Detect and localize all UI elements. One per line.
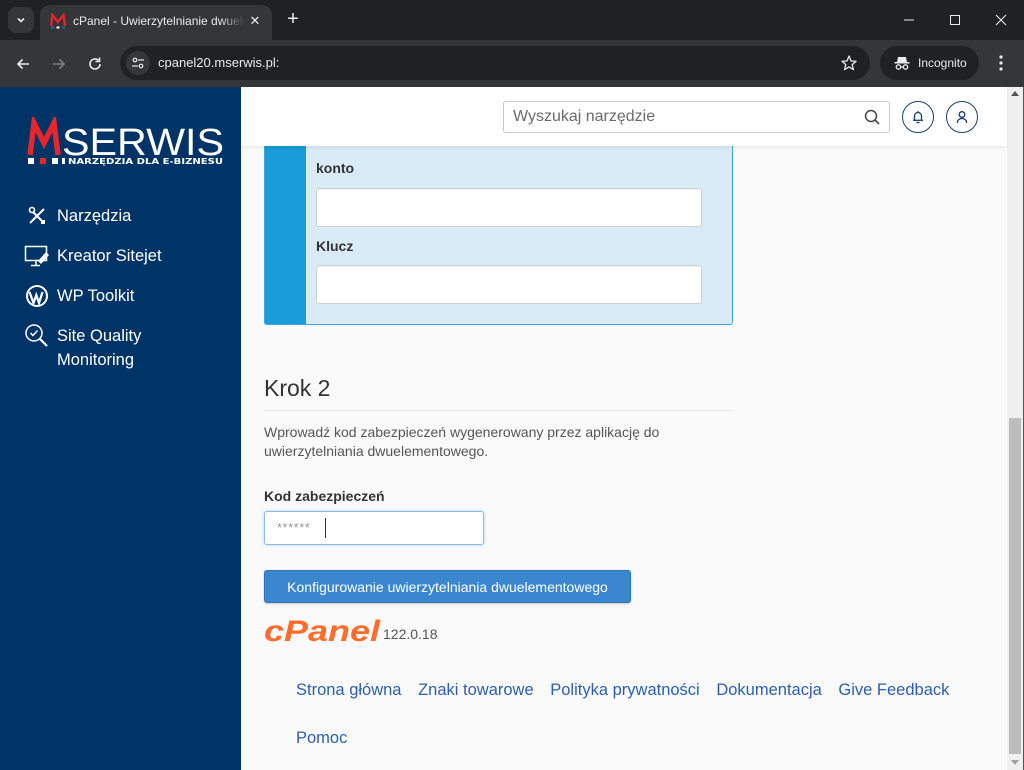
close-window-button[interactable] [978, 0, 1024, 40]
tab-title: cPanel - Uwierzytelnianie dwuelementowe [73, 14, 245, 28]
footer-link-privacy[interactable]: Polityka prywatności [550, 681, 699, 699]
minimize-button[interactable] [886, 0, 932, 40]
key-field[interactable] [316, 265, 702, 304]
browser-toolbar: cpanel20.mserwis.pl: Incognito [0, 40, 1024, 87]
footer-link-home[interactable]: Strona główna [296, 681, 402, 699]
panel-accent-stripe [265, 127, 306, 324]
notifications-button[interactable] [902, 101, 934, 133]
search-icon[interactable] [864, 109, 881, 126]
logo-tagline: NARZĘDZIA DLA E-BIZNESU [68, 157, 223, 166]
sidebar-item-kreator-sitejet[interactable]: Kreator Sitejet [24, 244, 162, 268]
close-icon [995, 14, 1007, 26]
minimize-icon [904, 19, 914, 21]
sidebar-item-site-quality-monitoring[interactable]: Site Quality Monitoring [24, 324, 141, 372]
configure-2fa-button[interactable]: Konfigurowanie uwierzytelniania dwueleme… [264, 570, 631, 603]
address-bar[interactable]: cpanel20.mserwis.pl: [120, 46, 870, 80]
new-tab-button[interactable]: + [282, 8, 304, 30]
incognito-label: Incognito [918, 56, 967, 70]
site-quality-icon [24, 324, 50, 348]
chevron-down-icon [17, 17, 25, 23]
sidebar-item-wp-toolkit[interactable]: WP Toolkit [24, 284, 134, 308]
step2-description: Wprowadź kod zabezpieczeń wygenerowany p… [264, 424, 660, 459]
arrow-right-icon [53, 58, 66, 70]
account-label: konto [316, 160, 355, 176]
footer-link-trademarks[interactable]: Znaki towarowe [418, 681, 534, 699]
cpanel-version: 122.0.18 [383, 626, 438, 642]
active-tab[interactable]: cPanel - Uwierzytelnianie dwuelementowe … [40, 5, 272, 40]
scroll-up-arrow-icon[interactable] [1011, 91, 1019, 96]
search-placeholder: Wyszukaj narzędzie [513, 108, 656, 125]
tab-search-button[interactable] [8, 7, 34, 33]
mserwis-logo[interactable]: SERWIS NARZĘDZIA DLA E-BIZNESU [27, 117, 227, 169]
security-code-value: ****** [277, 520, 311, 535]
scroll-down-arrow-icon[interactable] [1011, 760, 1019, 765]
site-settings-button[interactable] [126, 51, 150, 75]
maximize-button[interactable] [932, 0, 978, 40]
heading-divider [264, 410, 733, 411]
forward-button[interactable] [45, 50, 73, 78]
footer-link-help[interactable]: Pomoc [296, 729, 347, 747]
tune-icon [132, 57, 144, 69]
wordpress-icon [24, 284, 50, 308]
arrow-left-icon [16, 58, 29, 70]
mserwis-favicon-icon [50, 13, 66, 29]
user-account-button[interactable] [946, 101, 978, 133]
browser-menu-button[interactable] [990, 52, 1012, 74]
tools-icon [24, 204, 50, 228]
back-button[interactable] [9, 50, 37, 78]
sidebar-item-label: WP Toolkit [57, 287, 135, 305]
maximize-icon [950, 15, 960, 25]
sitejet-icon [24, 244, 50, 268]
reload-icon [89, 57, 101, 70]
svg-text:cPanel: cPanel [264, 617, 381, 645]
step2-heading: Krok 2 [264, 375, 331, 401]
sidebar-item-label: Kreator Sitejet [57, 247, 162, 265]
sidebar-item-label: Site Quality Monitoring [57, 327, 142, 369]
bookmark-star-icon[interactable] [840, 54, 858, 72]
security-code-input[interactable]: ****** [264, 511, 484, 545]
tab-strip: cPanel - Uwierzytelnianie dwuelementowe … [0, 0, 1024, 40]
text-caret [325, 518, 326, 538]
sidebar-item-label: Narzędzia [57, 207, 132, 225]
more-vertical-icon [999, 55, 1003, 71]
incognito-icon [894, 57, 910, 70]
sidebar-item-narzedzia[interactable]: Narzędzia [24, 204, 131, 228]
user-icon [956, 111, 968, 123]
top-bar: Wyszukaj narzędzie [241, 87, 1007, 146]
page-viewport: SERWIS NARZĘDZIA DLA E-BIZNESU Narzędzia… [0, 87, 1024, 770]
bell-icon [913, 111, 923, 124]
account-field[interactable] [316, 188, 702, 227]
tool-search-input[interactable]: Wyszukaj narzędzie [503, 101, 890, 133]
page-scrollbar[interactable] [1007, 87, 1023, 770]
footer-link-documentation[interactable]: Dokumentacja [716, 681, 821, 699]
reload-button[interactable] [81, 50, 109, 78]
scrollbar-thumb[interactable] [1009, 418, 1021, 754]
footer-links: Strona główna Znaki towarowe Polityka pr… [296, 666, 976, 762]
footer-link-feedback[interactable]: Give Feedback [838, 681, 949, 699]
incognito-badge[interactable]: Incognito [880, 46, 979, 80]
sidebar: SERWIS NARZĘDZIA DLA E-BIZNESU Narzędzia… [0, 87, 241, 770]
browser-window: cPanel - Uwierzytelnianie dwuelementowe … [0, 0, 1024, 770]
close-tab-icon[interactable]: ✕ [246, 12, 264, 30]
security-code-label: Kod zabezpieczeń [264, 488, 385, 504]
cpanel-logo[interactable]: cPanel [264, 617, 382, 645]
key-label: Klucz [316, 238, 354, 254]
url-text[interactable]: cpanel20.mserwis.pl: [158, 55, 279, 70]
